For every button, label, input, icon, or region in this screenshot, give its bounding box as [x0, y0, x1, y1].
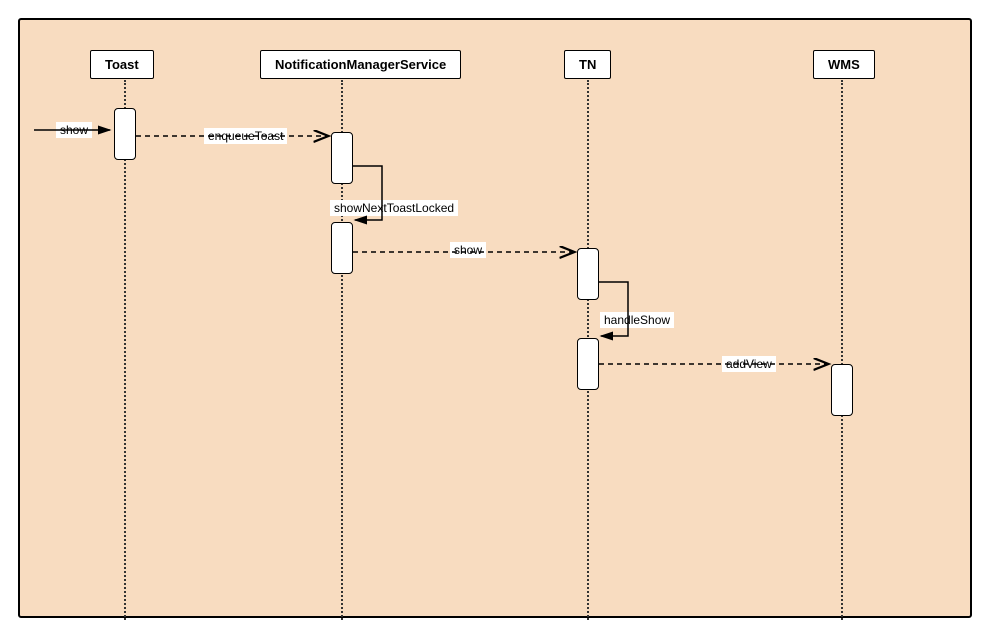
participant-label: WMS — [828, 57, 860, 72]
diagram-canvas: Toast NotificationManagerService TN WMS … — [0, 0, 988, 634]
diagram-frame: Toast NotificationManagerService TN WMS … — [18, 18, 972, 618]
activation-tn-1 — [577, 248, 599, 300]
msg-handleshow-label: handleShow — [600, 312, 674, 328]
participant-label: Toast — [105, 57, 139, 72]
activation-tn-2 — [577, 338, 599, 390]
activation-nms-1 — [331, 132, 353, 184]
arrows-overlay — [20, 20, 970, 616]
activation-wms-1 — [831, 364, 853, 416]
participant-toast: Toast — [90, 50, 154, 79]
participant-wms: WMS — [813, 50, 875, 79]
participant-tn: TN — [564, 50, 611, 79]
lifeline-wms — [841, 80, 843, 620]
activation-nms-2 — [331, 222, 353, 274]
msg-show-1-label: show — [56, 122, 92, 138]
participant-label: NotificationManagerService — [275, 57, 446, 72]
msg-shownext-label: showNextToastLocked — [330, 200, 458, 216]
msg-show-2-label: show — [450, 242, 486, 258]
lifeline-toast — [124, 80, 126, 620]
participant-label: TN — [579, 57, 596, 72]
msg-addview-label: addView — [722, 356, 776, 372]
participant-nms: NotificationManagerService — [260, 50, 461, 79]
msg-enqueue-label: enqueueToast — [204, 128, 287, 144]
activation-toast-1 — [114, 108, 136, 160]
